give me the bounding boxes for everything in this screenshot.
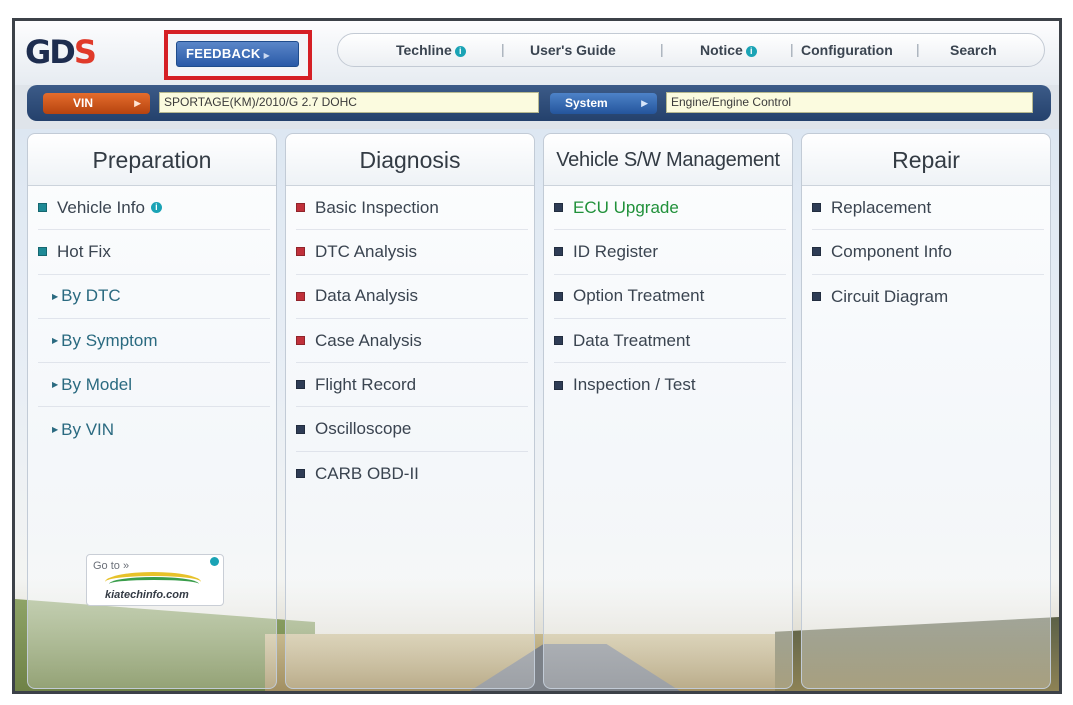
repair-panel: Repair Replacement Component Info Circui… — [801, 133, 1051, 689]
menu-item-vehicle-info[interactable]: Vehicle Info i — [38, 186, 270, 231]
square-bullet-icon — [38, 247, 47, 257]
square-bullet-icon — [554, 247, 563, 257]
info-icon: i — [745, 46, 757, 57]
menu-item-case-analysis[interactable]: Case Analysis — [296, 319, 528, 364]
menu-item-inspection-test[interactable]: Inspection / Test — [554, 363, 786, 407]
menu-item-flight-record[interactable]: Flight Record — [296, 363, 528, 408]
menu-item-ecu-upgrade[interactable]: ECU Upgrade — [554, 186, 786, 231]
gds-window: GDS FEEDBACK ▶ Techline i | User's Guide |… — [12, 18, 1062, 694]
nav-notice[interactable]: Notice i — [700, 42, 757, 58]
system-button[interactable]: System ▶ — [550, 93, 657, 114]
panel-title: Diagnosis — [286, 134, 534, 186]
menu-item-hot-fix[interactable]: Hot Fix — [38, 230, 270, 275]
square-bullet-icon — [296, 424, 305, 434]
feedback-highlight-box: FEEDBACK ▶ — [164, 30, 312, 80]
kiatechinfo-link[interactable]: Go to » kiatechinfo.com — [86, 554, 224, 606]
menu-item-by-dtc[interactable]: ▶ By DTC — [38, 275, 270, 319]
menu-item-data-analysis[interactable]: Data Analysis — [296, 275, 528, 319]
menu-area: Preparation Vehicle Info i Hot Fix ▶ By DT… — [15, 129, 1059, 691]
triangle-right-icon: ▶ — [52, 380, 59, 390]
chevron-right-icon: ▶ — [134, 98, 141, 108]
nav-separator: | — [501, 41, 505, 57]
preparation-panel: Preparation Vehicle Info i Hot Fix ▶ By DT… — [27, 133, 277, 689]
square-bullet-icon — [296, 203, 305, 213]
info-icon: i — [150, 202, 162, 214]
chevron-right-icon: ▶ — [263, 51, 271, 60]
feedback-button[interactable]: FEEDBACK ▶ — [176, 41, 299, 67]
nav-configuration[interactable]: Configuration — [801, 42, 893, 58]
menu-item-data-treatment[interactable]: Data Treatment — [554, 319, 786, 364]
square-bullet-icon — [554, 291, 563, 301]
menu-item-by-model[interactable]: ▶ By Model — [38, 363, 270, 408]
menu-item-circuit-diagram[interactable]: Circuit Diagram — [812, 275, 1044, 319]
goto-label: Go to » — [93, 560, 130, 572]
triangle-right-icon: ▶ — [52, 336, 59, 346]
square-bullet-icon — [812, 247, 821, 257]
panel-title: Vehicle S/W Management — [544, 134, 792, 186]
menu-item-by-symptom[interactable]: ▶ By Symptom — [38, 319, 270, 364]
vin-value-field: SPORTAGE(KM)/2010/G 2.7 DOHC — [159, 92, 539, 113]
square-bullet-icon — [554, 336, 563, 346]
site-label: kiatechinfo.com — [105, 589, 189, 601]
menu-item-dtc-analysis[interactable]: DTC Analysis — [296, 230, 528, 275]
nav-separator: | — [660, 41, 664, 57]
square-bullet-icon — [296, 291, 305, 301]
info-icon — [210, 557, 219, 566]
system-value-field: Engine/Engine Control — [666, 92, 1033, 113]
square-bullet-icon — [554, 380, 563, 390]
nav-search[interactable]: Search — [950, 42, 997, 58]
nav-techline[interactable]: Techline i — [396, 42, 466, 58]
square-bullet-icon — [296, 336, 305, 346]
nav-separator: | — [790, 41, 794, 57]
menu-item-by-vin[interactable]: ▶ By VIN — [38, 407, 270, 451]
square-bullet-icon — [554, 203, 563, 213]
square-bullet-icon — [296, 469, 305, 479]
chevron-right-icon: ▶ — [641, 98, 648, 108]
vin-button[interactable]: VIN ▶ — [43, 93, 150, 114]
square-bullet-icon — [38, 203, 47, 213]
menu-item-carb-obd-ii[interactable]: CARB OBD-II — [296, 452, 528, 496]
header: GDS FEEDBACK ▶ Techline i | User's Guide |… — [15, 21, 1059, 85]
square-bullet-icon — [812, 292, 821, 302]
menu-item-replacement[interactable]: Replacement — [812, 186, 1044, 231]
triangle-right-icon: ▶ — [52, 291, 59, 301]
vehicle-sw-management-panel: Vehicle S/W Management ECU Upgrade ID Re… — [543, 133, 793, 689]
panel-title: Repair — [802, 134, 1050, 186]
top-navigation: Techline i | User's Guide | Notice i | Con… — [337, 33, 1045, 67]
vehicle-system-bar: VIN ▶ SPORTAGE(KM)/2010/G 2.7 DOHC System… — [27, 85, 1051, 121]
menu-item-basic-inspection[interactable]: Basic Inspection — [296, 186, 528, 231]
square-bullet-icon — [296, 380, 305, 390]
triangle-right-icon: ▶ — [52, 425, 59, 435]
nav-users-guide[interactable]: User's Guide — [530, 42, 616, 58]
feedback-label: FEEDBACK — [186, 46, 261, 61]
menu-item-id-register[interactable]: ID Register — [554, 230, 786, 275]
square-bullet-icon — [812, 203, 821, 213]
menu-item-oscilloscope[interactable]: Oscilloscope — [296, 407, 528, 452]
gds-logo: GDS — [25, 33, 97, 71]
diagnosis-panel: Diagnosis Basic Inspection DTC Analysis … — [285, 133, 535, 689]
menu-item-component-info[interactable]: Component Info — [812, 230, 1044, 275]
info-icon: i — [454, 46, 466, 57]
nav-separator: | — [916, 41, 920, 57]
square-bullet-icon — [296, 247, 305, 257]
menu-item-option-treatment[interactable]: Option Treatment — [554, 275, 786, 319]
panel-title: Preparation — [28, 134, 276, 186]
